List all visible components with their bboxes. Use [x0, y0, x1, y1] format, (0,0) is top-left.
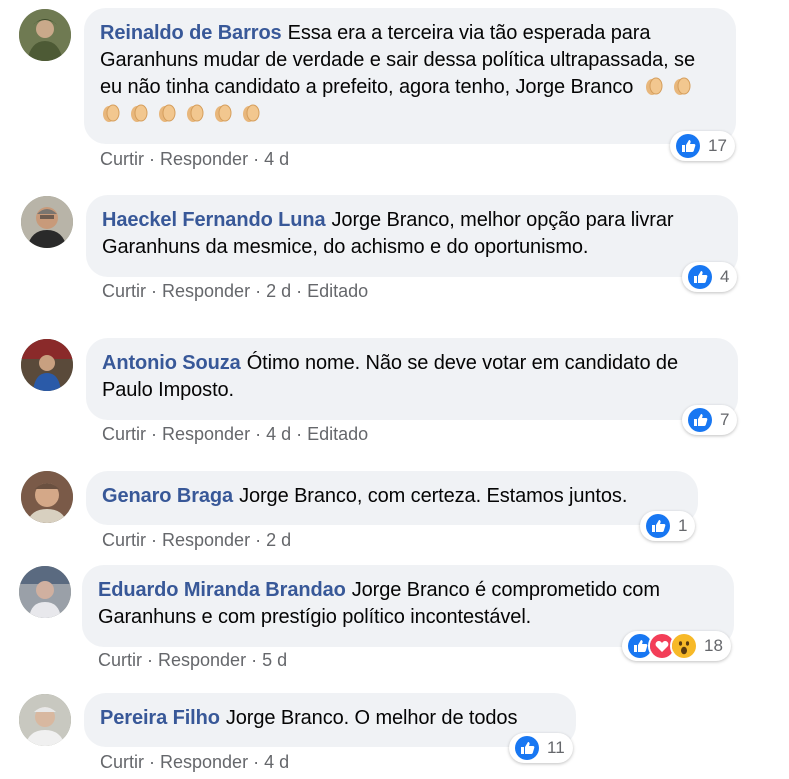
comment-bubble: Haeckel Fernando Luna Jorge Branco, melho… [86, 195, 738, 277]
edited-label: Editado [307, 424, 369, 444]
clapping-hands-icon [645, 77, 663, 95]
reaction-count: 17 [708, 136, 727, 155]
reaction-summary[interactable]: 7 [682, 405, 738, 435]
reaction-summary[interactable]: 4 [682, 262, 738, 292]
timestamp[interactable]: 4 d [264, 752, 289, 772]
clapping-hands-icon [243, 104, 260, 122]
comment-author[interactable]: Reinaldo de Barros [100, 22, 282, 44]
reply-link[interactable]: Responder [160, 149, 248, 169]
comment-author[interactable]: Haeckel Fernando Luna [102, 209, 326, 231]
reaction-summary[interactable]: 11 [509, 733, 573, 763]
timestamp[interactable]: 2 d [266, 281, 291, 301]
timestamp[interactable]: 5 d [262, 650, 287, 670]
clapping-hands-icon [131, 104, 148, 122]
reply-link[interactable]: Responder [160, 752, 248, 772]
reaction-count: 1 [678, 516, 688, 535]
like-link[interactable]: Curtir [100, 149, 144, 169]
comment-author[interactable]: Genaro Braga [102, 485, 233, 507]
comment-actions: Curtir · Responder · 4 d · Editado [102, 424, 369, 444]
reply-link[interactable]: Responder [162, 281, 250, 301]
clapping-hands-icon [159, 104, 176, 122]
reaction-count: 4 [720, 267, 730, 286]
comment-author[interactable]: Eduardo Miranda Brandao [98, 579, 346, 601]
like-link[interactable]: Curtir [102, 281, 146, 301]
clapping-hands-icon [103, 104, 120, 122]
comment-author[interactable]: Antonio Souza [102, 352, 241, 374]
wow-icon [670, 632, 698, 660]
comment-actions: Curtir · Responder · 2 d [102, 530, 292, 550]
like-link[interactable]: Curtir [102, 530, 146, 550]
like-icon [513, 734, 541, 762]
edited-label: Editado [307, 281, 369, 301]
avatar[interactable] [19, 566, 71, 618]
reply-link[interactable]: Responder [162, 424, 250, 444]
avatar[interactable] [21, 196, 73, 248]
like-icon [674, 132, 702, 160]
reaction-count: 7 [720, 410, 730, 429]
like-icon [686, 263, 714, 291]
reply-link[interactable]: Responder [158, 650, 246, 670]
timestamp[interactable]: 4 d [266, 424, 291, 444]
comment-actions: Curtir · Responder · 4 d [100, 752, 290, 772]
like-link[interactable]: Curtir [102, 424, 146, 444]
avatar[interactable] [19, 694, 71, 746]
like-icon [644, 512, 672, 540]
comment-bubble: Genaro Braga Jorge Branco, com certeza. E… [86, 471, 698, 525]
like-icon [686, 406, 714, 434]
clapping-hands-icon [215, 104, 232, 122]
like-link[interactable]: Curtir [100, 752, 144, 772]
timestamp[interactable]: 2 d [266, 530, 291, 550]
clapping-hands-icon [187, 104, 204, 122]
reaction-summary[interactable]: 18 [622, 631, 731, 661]
comment-text: Jorge Branco. O melhor de todos [225, 707, 518, 729]
comment-text: Jorge Branco, com certeza. Estamos junto… [239, 485, 628, 507]
avatar[interactable] [21, 471, 73, 523]
reaction-summary[interactable]: 17 [670, 131, 735, 161]
like-link[interactable]: Curtir [98, 650, 142, 670]
comment-bubble: Reinaldo de Barros Essa era a terceira vi… [84, 8, 736, 144]
reply-link[interactable]: Responder [162, 530, 250, 550]
reaction-count: 18 [704, 636, 723, 655]
comment-bubble: Antonio Souza Ótimo nome. Não se deve vot… [86, 338, 738, 420]
comment-actions: Curtir · Responder · 2 d · Editado [102, 281, 369, 301]
comment-actions: Curtir · Responder · 5 d [98, 650, 288, 670]
comment-author[interactable]: Pereira Filho [100, 707, 220, 729]
clapping-hands-icon [673, 77, 691, 95]
comment-actions: Curtir · Responder · 4 d [100, 149, 290, 169]
reaction-count: 11 [547, 738, 565, 757]
avatar[interactable] [19, 9, 71, 61]
avatar[interactable] [21, 339, 73, 391]
timestamp[interactable]: 4 d [264, 149, 289, 169]
reaction-summary[interactable]: 1 [640, 511, 696, 541]
comment-bubble: Pereira Filho Jorge Branco. O melhor de t… [84, 693, 576, 747]
